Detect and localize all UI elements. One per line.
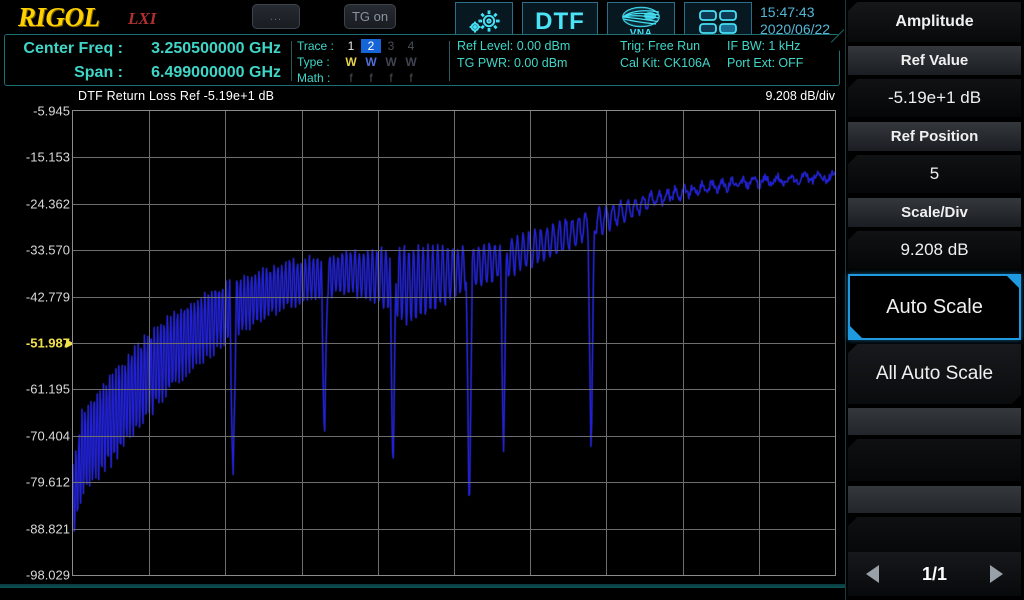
y-axis-tick: -51.987: [25, 335, 70, 351]
trace-block: Trace : 1 2 3 4 Type : W W W W Math : f …: [297, 38, 447, 86]
menu-header-label: Amplitude: [895, 13, 974, 30]
scale-div-label: Scale/Div: [901, 204, 968, 221]
plot-canvas[interactable]: [71, 110, 837, 576]
level-status-block: Ref Level: 0.00 dBm TG PWR: 0.00 dBm: [457, 38, 637, 72]
y-axis-tick: -79.612: [25, 474, 70, 490]
type-1[interactable]: W: [341, 55, 361, 69]
span-label: Span :: [74, 64, 123, 81]
y-axis-tick: -15.153: [25, 149, 70, 165]
cal-kit-status: Cal Kit: CK106A: [620, 56, 711, 70]
y-axis-tick: -5.945: [33, 103, 70, 119]
center-freq-value: 3.250500000 GHz: [151, 40, 281, 57]
ref-value-label: Ref Value: [900, 52, 969, 69]
menu-item-blank-2-title[interactable]: [848, 486, 1021, 513]
plot-caption: DTF Return Loss Ref -5.19e+1 dB: [78, 89, 275, 103]
grid-line: [606, 111, 607, 575]
tg-pwr-status: TG PWR: 0.00 dBm: [457, 56, 568, 70]
trace-row[interactable]: Trace : 1 2 3 4: [297, 38, 447, 54]
y-axis-tick: -42.779: [25, 289, 70, 305]
plot-scale-per-div: 9.208 dB/div: [765, 89, 836, 103]
y-axis-tick: -98.029: [25, 567, 70, 583]
tg-on-button[interactable]: TG on: [344, 4, 396, 29]
trace-label: Trace :: [297, 39, 334, 53]
grid-line: [73, 529, 835, 530]
menu-item-auto-scale[interactable]: Auto Scale: [848, 274, 1021, 340]
divider: [449, 41, 450, 81]
frequency-block: Center Freq : 3.250500000 GHz Span : 6.4…: [13, 37, 285, 85]
span-row[interactable]: Span : 6.499000000 GHz: [13, 61, 285, 85]
bandwidth-status-block: IF BW: 1 kHz Port Ext: OFF: [727, 38, 847, 72]
y-axis-tick: -70.404: [25, 428, 70, 444]
lxi-logo: LXI: [128, 9, 157, 28]
instrument-screen: RIGOL LXI ... TG on DTF VNA 15:47:43 202…: [0, 0, 1024, 600]
y-axis-tick: -88.821: [25, 521, 70, 537]
clock: 15:47:43 2020/06/22: [760, 4, 844, 38]
top-bar: RIGOL LXI ... TG on DTF VNA 15:47:43 202…: [0, 0, 845, 42]
trig-status: Trig: Free Run: [620, 39, 701, 53]
center-freq-row[interactable]: Center Freq : 3.250500000 GHz: [13, 37, 285, 61]
trace-1[interactable]: 1: [341, 39, 361, 53]
grid-line: [73, 389, 835, 390]
trace-2[interactable]: 2: [361, 39, 381, 53]
ref-level-status: Ref Level: 0.00 dBm: [457, 39, 571, 53]
port-ext-status: Port Ext: OFF: [727, 56, 804, 70]
ref-position-value: 5: [929, 164, 940, 183]
menu-item-ref-position-title[interactable]: Ref Position: [848, 122, 1021, 151]
grid-line: [759, 111, 760, 575]
type-4[interactable]: W: [401, 55, 421, 69]
trace-3[interactable]: 3: [381, 39, 401, 53]
menu-header-amplitude: Amplitude: [848, 2, 1021, 42]
more-options-button[interactable]: ...: [252, 4, 300, 29]
info-strip: Center Freq : 3.250500000 GHz Span : 6.4…: [4, 34, 840, 86]
auto-scale-label: Auto Scale: [886, 295, 983, 318]
bottom-accent-line: [0, 584, 845, 588]
ref-value-value: -5.19e+1 dB: [887, 88, 982, 107]
math-2[interactable]: f: [361, 71, 381, 85]
trace-4[interactable]: 4: [401, 39, 421, 53]
y-axis: -5.945 -15.153 -24.362 -33.570 -42.779 -51.98…: [0, 104, 75, 583]
grid-line: [530, 111, 531, 575]
y-axis-tick: -33.570: [25, 242, 70, 258]
math-4[interactable]: f: [401, 71, 421, 85]
scale-div-value: 9.208 dB: [900, 240, 969, 259]
type-label: Type :: [297, 55, 330, 69]
page-next-icon[interactable]: [990, 565, 1003, 583]
math-label: Math :: [297, 71, 331, 85]
side-menu: Amplitude Ref Value -5.19e+1 dB Ref Posi…: [845, 0, 1024, 600]
menu-item-scale-div[interactable]: 9.208 dB: [848, 231, 1021, 269]
if-bw-status: IF BW: 1 kHz: [727, 39, 801, 53]
graph-area: DTF Return Loss Ref -5.19e+1 dB 9.208 dB…: [0, 88, 845, 588]
menu-item-ref-value-title[interactable]: Ref Value: [848, 46, 1021, 75]
trigger-status-block: Trig: Free Run Cal Kit: CK106A: [620, 38, 740, 72]
menu-item-ref-position[interactable]: 5: [848, 155, 1021, 193]
all-auto-scale-label: All Auto Scale: [875, 363, 994, 384]
math-3[interactable]: f: [381, 71, 401, 85]
math-row[interactable]: Math : f f f f: [297, 70, 447, 86]
math-1[interactable]: f: [341, 71, 361, 85]
y-axis-tick: -61.195: [25, 381, 70, 397]
type-3[interactable]: W: [381, 55, 401, 69]
center-freq-label: Center Freq :: [23, 40, 123, 57]
type-2[interactable]: W: [361, 55, 381, 69]
y-axis-tick: -24.362: [25, 196, 70, 212]
rigol-logo: RIGOL: [18, 2, 100, 32]
menu-item-all-auto-scale[interactable]: All Auto Scale: [848, 344, 1021, 404]
menu-divider: [845, 0, 846, 600]
menu-item-blank-1-value[interactable]: [848, 439, 1021, 481]
grid-line: [73, 482, 835, 483]
grid-line: [73, 436, 835, 437]
menu-item-scale-div-title[interactable]: Scale/Div: [848, 198, 1021, 227]
page-prev-icon[interactable]: [866, 565, 879, 583]
page-indicator: 1/1: [921, 563, 948, 584]
ref-position-label: Ref Position: [890, 128, 979, 145]
divider: [291, 41, 292, 81]
menu-pager: 1/1: [848, 552, 1021, 596]
grid-line: [454, 111, 455, 575]
menu-item-ref-value[interactable]: -5.19e+1 dB: [848, 79, 1021, 117]
clock-time: 15:47:43: [760, 4, 815, 20]
span-value: 6.499000000 GHz: [151, 64, 281, 81]
menu-item-blank-1-title[interactable]: [848, 408, 1021, 435]
grid-line: [683, 111, 684, 575]
type-row[interactable]: Type : W W W W: [297, 54, 447, 70]
